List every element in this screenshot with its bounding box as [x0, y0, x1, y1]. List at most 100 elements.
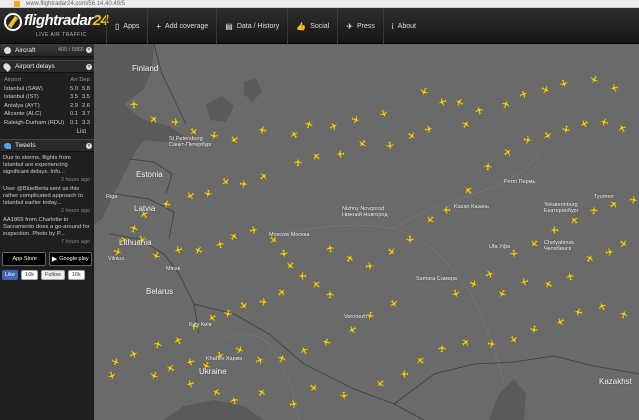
map-label-finland: Finland	[132, 64, 159, 73]
delay-row[interactable]: Alicante (ALC) 0.1 3.7	[4, 110, 90, 119]
browser-address-bar[interactable]: www.flightradar24.com/56.14,40.49/5	[0, 0, 639, 8]
social-icon: 👍	[296, 21, 307, 31]
map-label-chelyabinsk: Chelyabinsk Челябинск	[544, 240, 574, 252]
map-label-minsk: Minsk	[166, 266, 181, 272]
nav-label: Press	[356, 22, 375, 30]
map-label-kazan: Kazan Казань	[454, 204, 489, 210]
map-label-kyiv: Kyiv Київ	[189, 322, 212, 328]
tweet-time: 2 hours ago	[60, 208, 90, 214]
map-label-vilnius: Vilnius	[108, 256, 125, 262]
nav-data-history[interactable]: ▤ Data / History	[216, 8, 287, 44]
flightradar-window: www.flightradar24.com/56.14,40.49/5 flig…	[0, 0, 639, 420]
nav-label: Data / History	[236, 22, 280, 30]
delay-airport: Antalya (AYT)	[4, 102, 40, 109]
map-canvas[interactable]	[94, 44, 639, 420]
map-pin-icon	[2, 61, 12, 72]
nav-add-coverage[interactable]: + Add coverage	[147, 8, 216, 44]
tweets-header[interactable]: Tweets ×	[0, 139, 94, 152]
follow-count: 16k	[67, 270, 85, 280]
logo-text: flightradar24	[24, 12, 109, 29]
top-bar: flightradar24 LIVE AIR TRAFFIC ▯ Apps + Add…	[0, 8, 639, 44]
map-label-ufa: Ufa Уфа	[489, 244, 511, 250]
tweet-item[interactable]: AA1865 from Charlotte to Sacramento does…	[3, 217, 90, 245]
aircraft-icon	[4, 46, 11, 54]
delay-airport: Istanbul (IST)	[4, 94, 39, 101]
radar-logo-icon	[4, 13, 22, 31]
delay-row[interactable]: Istanbul (SAW) 5.0 5.8	[4, 85, 90, 94]
map-label-nizhny: Nizhny Novgorod Нижний Новгород	[342, 206, 388, 218]
tweets-label: Tweets	[15, 142, 36, 149]
delay-arr: 0.1	[69, 119, 78, 126]
map-label-voronezh: Voronezh	[344, 314, 368, 320]
google-play-badge[interactable]: ▶ Google play	[48, 252, 92, 266]
nav-label: Social	[310, 22, 330, 30]
nav-label: About	[397, 22, 416, 30]
logo[interactable]: flightradar24 LIVE AIR TRAFFIC	[4, 10, 109, 42]
map-label-riga: Riga	[106, 194, 118, 200]
close-icon[interactable]: ×	[86, 143, 92, 149]
delay-dep: 3.5	[81, 94, 90, 101]
like-count: 16k	[21, 270, 38, 280]
tweet-item[interactable]: Due to storms, flights from Istanbul are…	[3, 155, 90, 183]
nav-about[interactable]: i About	[382, 8, 424, 44]
delay-arr: 3.5	[69, 94, 78, 101]
map-label-perm: Perm Пермь	[504, 179, 536, 185]
map-label-belarus: Belarus	[146, 287, 174, 296]
tweet-text: AA1865 from Charlotte to Sacramento does…	[3, 217, 90, 237]
facebook-like-button[interactable]: Like	[2, 270, 19, 280]
delay-airport: Istanbul (SAW)	[4, 85, 43, 92]
delay-dep: 3.7	[81, 111, 90, 118]
map-label-latvia: Latvia	[134, 204, 156, 213]
map-label-tyumen: Tyumen	[594, 194, 614, 200]
url-text[interactable]: www.flightradar24.com/56.14,40.49/5	[26, 0, 125, 8]
delays-list-link[interactable]: List	[4, 129, 90, 135]
map-label-yekaterinburg: Yekaterinburg Екатеринбург	[544, 202, 579, 214]
close-icon[interactable]: ×	[86, 64, 92, 70]
tweet-time: 7 hours ago	[60, 239, 90, 245]
delay-dep: 2.6	[81, 102, 90, 109]
airport-delays-table: Airport Arr Dep Istanbul (SAW) 5.0 5.8 Ista…	[0, 73, 94, 135]
map-label-kharkiv: Kharkiv Харків	[206, 356, 243, 362]
delay-airport: Raleigh-Durham (RDU)	[4, 119, 65, 126]
sidebar: Aircraft 405 / 5865 × Airport delays × A…	[0, 44, 94, 420]
delay-arr: 2.9	[69, 102, 78, 109]
delay-row[interactable]: Istanbul (IST) 3.5 3.5	[4, 93, 90, 102]
col-arr: Arr	[70, 77, 78, 84]
nav-apps[interactable]: ▯ Apps	[106, 8, 147, 44]
map-label-samara: Samara Самара	[416, 276, 457, 282]
map-label-kazakhst: Kazakhst	[599, 377, 632, 386]
nav-label: Apps	[123, 22, 140, 30]
tweet-item[interactable]: User @BlueBerta sent us this rather comp…	[3, 186, 90, 214]
delay-row[interactable]: Antalya (AYT) 2.9 2.6	[4, 102, 90, 111]
map-label-ukraine: Ukraine	[199, 367, 227, 376]
about-icon: i	[391, 21, 394, 31]
press-icon: ✈	[346, 21, 353, 31]
delay-dep: 3.3	[81, 119, 90, 126]
store-label: App Store	[12, 256, 37, 262]
social-buttons: Like 16k Follow 16k	[0, 266, 94, 280]
map-label-lithuania: Lithuania	[119, 238, 152, 247]
col-dep: Dep	[79, 77, 90, 84]
tweets-list: Due to storms, flights from Istanbul are…	[0, 152, 94, 245]
tweet-text: Due to storms, flights from Istanbul are…	[3, 155, 71, 175]
logo-tagline: LIVE AIR TRAFFIC	[36, 32, 87, 38]
delay-airport: Alicante (ALC)	[4, 111, 42, 118]
airport-delays-header[interactable]: Airport delays ×	[0, 60, 94, 73]
twitter-follow-button[interactable]: Follow	[40, 270, 65, 280]
land-background	[94, 44, 639, 420]
nav-label: Add coverage	[165, 22, 209, 30]
nav-press[interactable]: ✈ Press	[337, 8, 383, 44]
apps-icon: ▯	[115, 21, 120, 31]
flight-map[interactable]: Finland St Petersburg Санкт-Петербург Esto…	[94, 44, 639, 420]
aircraft-header[interactable]: Aircraft 405 / 5865 ×	[0, 44, 94, 57]
twitter-icon	[4, 142, 11, 149]
apple-badge[interactable]: App Store	[2, 252, 46, 266]
app-store-badges: App Store ▶ Google play	[0, 248, 94, 266]
delay-row[interactable]: Raleigh-Durham (RDU) 0.1 3.3	[4, 119, 90, 128]
aircraft-label: Aircraft	[15, 46, 36, 54]
tweet-time: 2 hours ago	[60, 177, 90, 183]
nav-social[interactable]: 👍 Social	[287, 8, 337, 44]
map-label-estonia: Estonia	[136, 170, 163, 179]
close-icon[interactable]: ×	[86, 47, 92, 53]
airport-delays-label: Airport delays	[15, 63, 55, 70]
